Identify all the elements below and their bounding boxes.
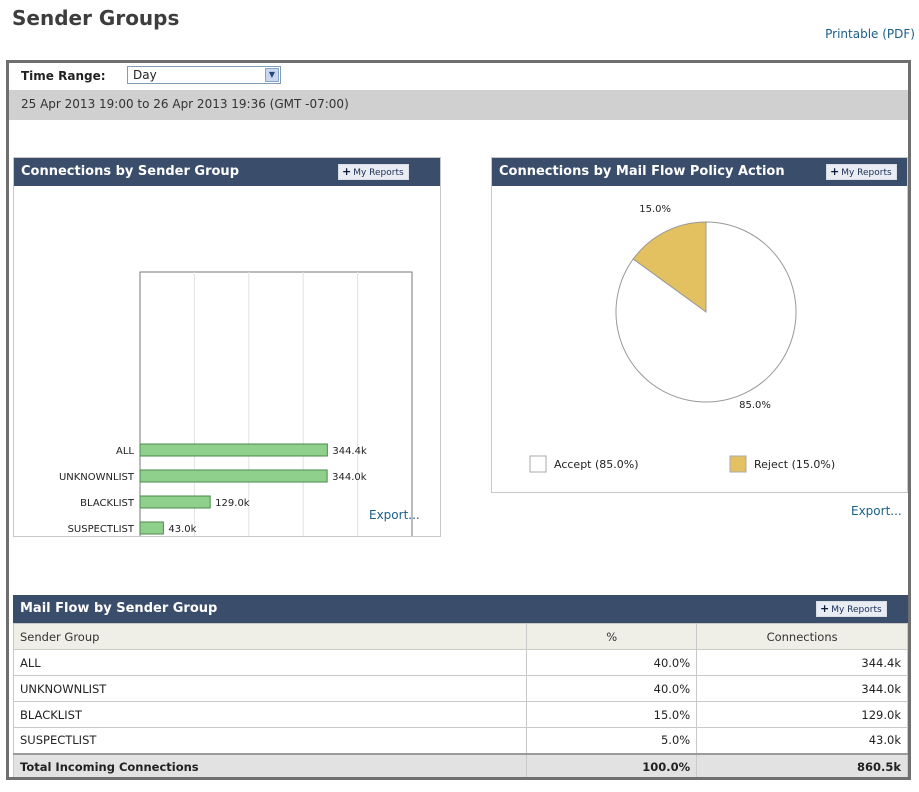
export-link[interactable]: Export... <box>851 504 902 518</box>
column-header[interactable]: Sender Group <box>12 623 528 650</box>
value-label: 129.0k <box>215 498 250 509</box>
my-reports-button[interactable]: + My Reports <box>815 600 888 618</box>
total-row: Total Incoming Connections 100.0% 860.5k <box>12 752 908 777</box>
time-range-select[interactable]: Day ▼ <box>127 66 281 84</box>
plus-icon: + <box>830 165 840 178</box>
category-label: UNKNOWNLIST <box>59 472 135 483</box>
pie-chart: 15.0% 85.0% Accept (85.0%) Reject (15.0%) <box>529 204 835 473</box>
panel-header: Mail Flow by Sender Group + My Reports <box>13 595 908 623</box>
date-range-bar: 25 Apr 2013 19:00 to 26 Apr 2013 19:36 (… <box>9 90 908 120</box>
slice-label: 85.0% <box>739 400 771 411</box>
table-row: UNKNOWNLIST 40.0% 344.0k <box>12 675 908 702</box>
bar <box>139 443 328 457</box>
my-reports-label: My Reports <box>841 168 892 178</box>
connections-cell: 344.4k <box>696 649 908 676</box>
total-percent-cell: 100.0% <box>526 752 698 777</box>
legend-label: Reject (15.0%) <box>754 458 835 471</box>
category-label: BLACKLIST <box>80 498 135 509</box>
connections-cell: 344.0k <box>696 675 908 702</box>
table-row: BLACKLIST 15.0% 129.0k <box>12 701 908 728</box>
sender-group-cell[interactable]: ALL <box>12 649 528 676</box>
bar <box>139 521 164 535</box>
sender-group-cell[interactable]: SUSPECTLIST <box>12 727 528 754</box>
slice-label: 15.0% <box>639 204 671 215</box>
my-reports-button[interactable]: + My Reports <box>825 163 898 181</box>
bar <box>139 469 328 483</box>
percent-cell: 40.0% <box>526 675 698 702</box>
sender-group-chart-panel: Connections by Sender Group + My Reports … <box>13 157 441 537</box>
legend-swatch <box>529 455 547 473</box>
total-label-cell: Total Incoming Connections <box>12 752 528 777</box>
bar-chart: ALL 344.4k UNKNOWNLIST 344.0k BLACKLIST 129.0… <box>59 271 413 536</box>
report-frame: Time Range: Day ▼ 25 Apr 2013 19:00 to 2… <box>6 60 911 780</box>
panel-title: Mail Flow by Sender Group <box>20 601 218 616</box>
total-connections-cell: 860.5k <box>696 752 908 777</box>
column-header[interactable]: Connections <box>696 623 908 650</box>
connections-cell: 129.0k <box>696 701 908 728</box>
bar <box>139 495 211 509</box>
my-reports-label: My Reports <box>831 605 882 615</box>
policy-action-chart-panel: Connections by Mail Flow Policy Action +… <box>491 157 908 493</box>
panel-header: Connections by Mail Flow Policy Action +… <box>492 158 907 186</box>
export-link[interactable]: Export... <box>369 508 420 522</box>
table-header-row: Sender Group % Connections <box>12 623 908 650</box>
legend-label: Accept (85.0%) <box>554 458 639 471</box>
value-label: 43.0k <box>168 524 196 535</box>
date-range-text: 25 Apr 2013 19:00 to 26 Apr 2013 19:36 (… <box>21 97 349 111</box>
category-label: SUSPECTLIST <box>68 524 135 535</box>
chevron-down-icon[interactable]: ▼ <box>265 68 279 82</box>
mail-flow-table-section: Mail Flow by Sender Group + My Reports Se… <box>12 595 908 777</box>
legend-swatch <box>729 455 747 473</box>
category-label: ALL <box>116 446 134 457</box>
time-range-label: Time Range: <box>21 69 106 83</box>
printable-pdf-link[interactable]: Printable (PDF) <box>825 27 915 41</box>
page-title: Sender Groups <box>12 6 180 30</box>
sender-group-cell[interactable]: UNKNOWNLIST <box>12 675 528 702</box>
panel-title: Connections by Mail Flow Policy Action <box>499 164 785 179</box>
value-label: 344.4k <box>332 446 367 457</box>
plus-icon: + <box>820 602 830 615</box>
table-row: SUSPECTLIST 5.0% 43.0k <box>12 727 908 754</box>
time-range-value: Day <box>133 68 157 82</box>
percent-cell: 15.0% <box>526 701 698 728</box>
sender-group-cell[interactable]: BLACKLIST <box>12 701 528 728</box>
percent-cell: 5.0% <box>526 727 698 754</box>
mail-flow-table: Sender Group % Connections ALL 40.0% 344… <box>12 623 908 777</box>
percent-cell: 40.0% <box>526 649 698 676</box>
connections-cell: 43.0k <box>696 727 908 754</box>
value-label: 344.0k <box>332 472 367 483</box>
table-row: ALL 40.0% 344.4k <box>12 649 908 676</box>
column-header[interactable]: % <box>526 623 698 650</box>
